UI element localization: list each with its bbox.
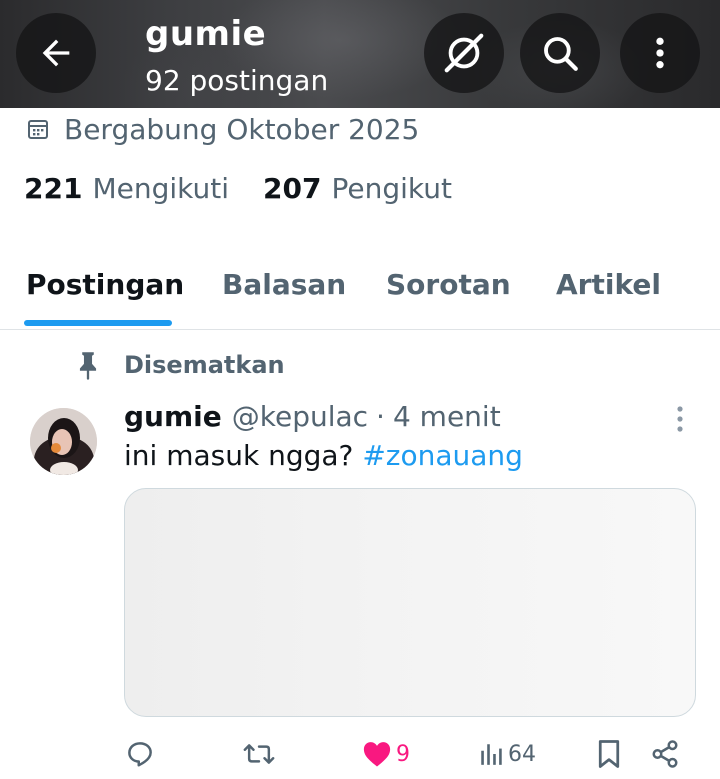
followers-label[interactable]: Pengikut xyxy=(331,172,452,205)
more-vertical-icon xyxy=(677,406,683,432)
tab-sorotan[interactable]: Sorotan xyxy=(386,268,511,301)
share-icon xyxy=(652,740,678,768)
arrow-left-icon xyxy=(42,39,70,67)
more-button[interactable] xyxy=(620,13,700,93)
post-separator: · xyxy=(376,399,385,433)
post-media[interactable] xyxy=(124,488,696,717)
pinned-indicator: Disematkan xyxy=(74,348,285,382)
post-more-button[interactable] xyxy=(666,404,694,434)
post-header: gumie @kepulac · 4 menit xyxy=(124,398,501,434)
post-action-bar: 9 64 xyxy=(0,734,720,774)
search-icon xyxy=(544,37,578,71)
more-vertical-icon xyxy=(656,37,664,69)
grok-icon xyxy=(444,33,484,73)
heart-icon xyxy=(363,742,391,767)
post-author-name[interactable]: gumie xyxy=(124,400,222,433)
post-author-handle[interactable]: @kepulac xyxy=(232,400,368,433)
bookmark-icon xyxy=(598,740,620,768)
active-tab-indicator xyxy=(24,320,172,326)
bookmark-button[interactable] xyxy=(596,734,622,774)
tab-artikel[interactable]: Artikel xyxy=(556,268,661,301)
search-button[interactable] xyxy=(520,13,600,93)
like-count: 9 xyxy=(396,741,410,767)
following-count[interactable]: 221 xyxy=(24,172,82,205)
repost-button[interactable] xyxy=(243,734,275,774)
post-timestamp[interactable]: 4 menit xyxy=(393,400,501,433)
follow-stats: 221 Mengikuti 207 Pengikut xyxy=(24,172,486,205)
join-date: Bergabung Oktober 2025 xyxy=(26,112,419,146)
tab-balasan[interactable]: Balasan xyxy=(222,268,346,301)
profile-header: gumie 92 postingan xyxy=(0,0,720,108)
pinned-label: Disematkan xyxy=(124,351,285,379)
views-button[interactable]: 64 xyxy=(478,734,536,774)
grok-button[interactable] xyxy=(424,13,504,93)
repost-icon xyxy=(243,744,275,764)
followers-count[interactable]: 207 xyxy=(263,172,321,205)
post-body: ini masuk ngga? xyxy=(124,439,354,472)
reply-button[interactable] xyxy=(125,734,155,774)
join-date-text: Bergabung Oktober 2025 xyxy=(64,112,420,146)
header-title: gumie xyxy=(145,14,267,54)
reply-icon xyxy=(128,742,152,767)
pin-icon xyxy=(79,352,97,380)
share-button[interactable] xyxy=(650,734,680,774)
header-post-count: 92 postingan xyxy=(145,64,329,97)
post-hashtag[interactable]: #zonauang xyxy=(362,439,523,472)
like-button[interactable]: 9 xyxy=(362,734,410,774)
post-text: ini masuk ngga? #zonauang xyxy=(124,439,523,472)
avatar-image xyxy=(30,408,97,475)
following-label[interactable]: Mengikuti xyxy=(92,172,229,205)
views-icon xyxy=(481,744,502,765)
calendar-icon xyxy=(28,120,48,139)
avatar[interactable] xyxy=(30,408,97,475)
back-button[interactable] xyxy=(16,13,96,93)
views-count: 64 xyxy=(508,741,536,767)
tab-postingan[interactable]: Postingan xyxy=(26,268,184,301)
